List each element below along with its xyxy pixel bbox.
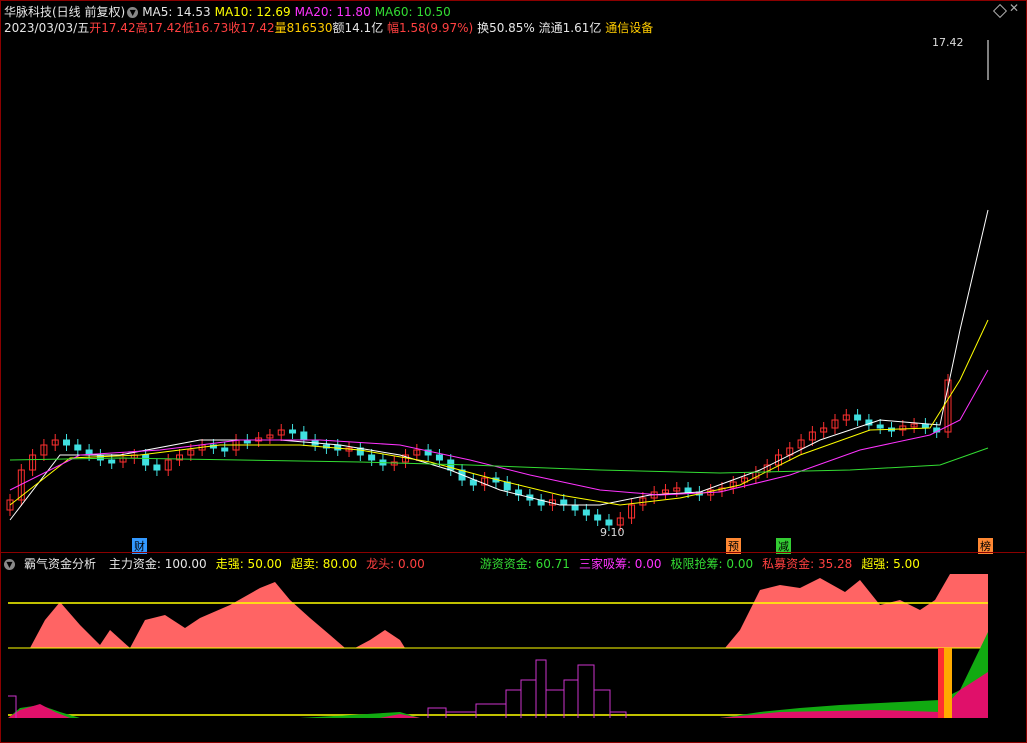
leader-bar-2 [944,648,952,718]
main-funds-area-1 [30,582,405,648]
leader-bar [938,648,944,718]
private-funds-area [8,672,988,718]
three-absorb-bars [427,659,627,718]
indicator-chart[interactable] [0,0,1027,743]
main-funds-area-2 [725,574,988,648]
